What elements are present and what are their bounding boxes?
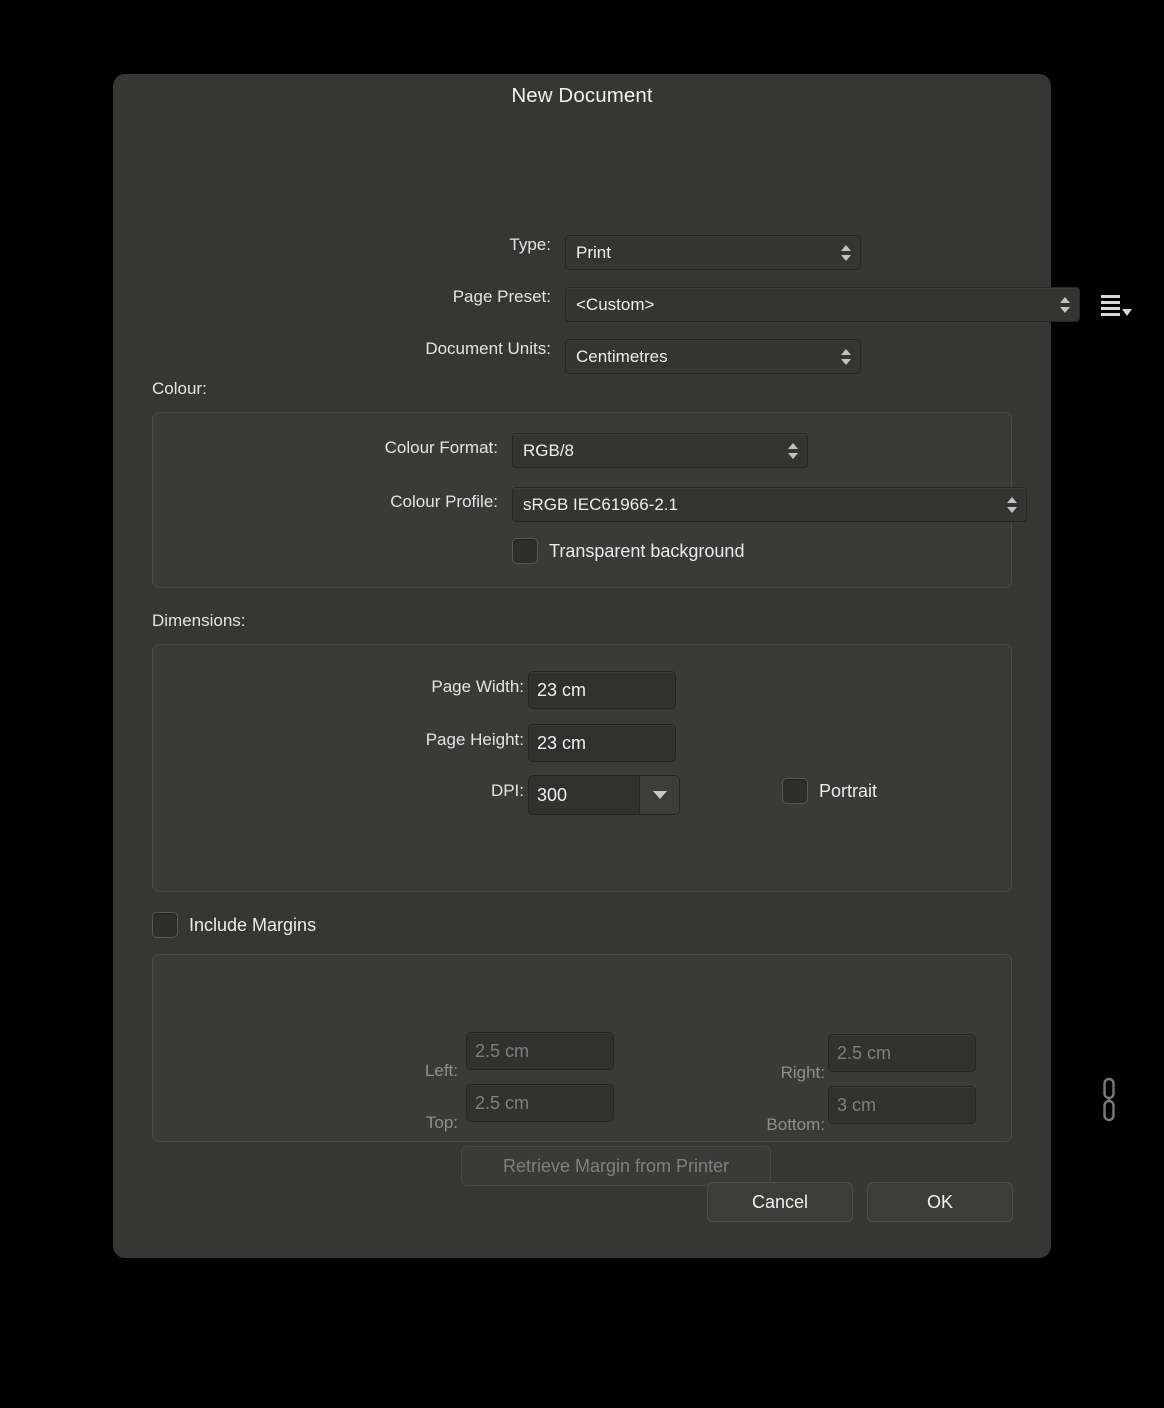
page-preset-select[interactable]: <Custom>	[565, 287, 1080, 322]
page-preset-select-value: <Custom>	[576, 294, 655, 314]
document-units-select-value: Centimetres	[576, 346, 668, 366]
page-width-label-wrap: Page Width:	[153, 677, 524, 697]
chevron-up-icon[interactable]	[1007, 496, 1017, 503]
chevron-up-icon[interactable]	[841, 244, 851, 251]
chevron-down-icon[interactable]	[841, 254, 851, 261]
page-height-value: 23 cm	[537, 732, 587, 753]
cancel-button-label: Cancel	[751, 1191, 809, 1212]
chevron-down-icon[interactable]	[841, 358, 851, 365]
margins-panel: Left: 2.5 cm Right: 2.5 cm Top: 2.5 cm B…	[152, 954, 1012, 1186]
chevron-up-icon[interactable]	[1060, 296, 1070, 303]
stepper-arrows-icon[interactable]	[841, 348, 851, 365]
margin-left-input[interactable]: 2.5 cm	[466, 1032, 614, 1070]
colour-profile-select[interactable]: sRGB IEC61966-2.1	[512, 487, 1027, 522]
chevron-down-icon[interactable]	[1060, 306, 1070, 313]
margin-bottom-input[interactable]: 3 cm	[828, 1086, 976, 1124]
transparent-background-checkbox-row[interactable]: Transparent background	[512, 538, 744, 564]
dimensions-panel: Page Width: 23 cm Page Height: 23 cm DPI…	[152, 644, 1012, 892]
transparent-background-checkbox[interactable]	[512, 538, 538, 564]
colour-profile-label: Colour Profile:	[390, 492, 498, 511]
dpi-label-wrap: DPI:	[153, 781, 524, 801]
page-height-input[interactable]: 23 cm	[528, 724, 676, 762]
dpi-combobox[interactable]: 300	[528, 775, 680, 815]
chevron-up-icon[interactable]	[788, 442, 798, 449]
margin-top-input[interactable]: 2.5 cm	[466, 1084, 614, 1122]
new-document-dialog: New Document Type: Print Page Preset: <C…	[113, 74, 1132, 1258]
cancel-button[interactable]: Cancel	[707, 1182, 853, 1222]
stepper-arrows-icon[interactable]	[1060, 296, 1070, 313]
colour-format-label: Colour Format:	[384, 438, 498, 457]
retrieve-margin-label: Retrieve Margin from Printer	[502, 1155, 730, 1176]
page-preset-label-wrap: Page Preset:	[113, 287, 551, 307]
chevron-down-icon[interactable]	[1007, 506, 1017, 513]
chain-link-icon[interactable]	[1100, 1077, 1118, 1123]
page-width-value: 23 cm	[537, 679, 587, 700]
margin-bottom-value: 3 cm	[837, 1094, 877, 1115]
page-width-input[interactable]: 23 cm	[528, 671, 676, 709]
margin-right-label: Right:	[780, 1063, 825, 1082]
margin-right-label-wrap: Right:	[735, 1063, 825, 1083]
dpi-value: 300	[537, 784, 568, 805]
chevron-up-icon[interactable]	[841, 348, 851, 355]
dialog-title: New Document	[511, 84, 653, 107]
chevron-down-icon[interactable]	[788, 452, 798, 459]
transparent-background-label: Transparent background	[549, 540, 745, 561]
margin-left-value: 2.5 cm	[475, 1040, 530, 1061]
retrieve-margin-from-printer-button[interactable]: Retrieve Margin from Printer	[461, 1146, 771, 1186]
margin-right-value: 2.5 cm	[837, 1042, 892, 1063]
type-label-wrap: Type:	[113, 235, 551, 255]
type-label: Type:	[509, 235, 551, 254]
margin-bottom-label-wrap: Bottom:	[723, 1115, 825, 1135]
colour-profile-value: sRGB IEC61966-2.1	[523, 494, 678, 514]
margin-left-label: Left:	[424, 1061, 458, 1080]
stepper-arrows-icon[interactable]	[841, 244, 851, 261]
margin-top-label-wrap: Top:	[378, 1113, 458, 1133]
dpi-label: DPI:	[490, 781, 524, 800]
dpi-dropdown-button[interactable]	[639, 776, 679, 814]
document-units-label: Document Units:	[425, 339, 551, 358]
portrait-checkbox-row[interactable]: Portrait	[782, 778, 877, 804]
margin-bottom-label: Bottom:	[766, 1115, 825, 1134]
colour-format-value: RGB/8	[523, 440, 575, 460]
document-units-select[interactable]: Centimetres	[565, 339, 861, 374]
margin-top-value: 2.5 cm	[475, 1092, 530, 1113]
colour-format-label-wrap: Colour Format:	[153, 438, 498, 458]
colour-profile-label-wrap: Colour Profile:	[153, 492, 498, 512]
colour-panel: Colour Format: RGB/8 Colour Profile: sRG…	[152, 412, 1027, 588]
page-height-label-wrap: Page Height:	[153, 730, 524, 750]
include-margins-checkbox-row[interactable]: Include Margins	[152, 912, 316, 938]
ok-button[interactable]: OK	[867, 1182, 1013, 1222]
colour-format-select[interactable]: RGB/8	[512, 433, 808, 468]
include-margins-checkbox[interactable]	[152, 912, 178, 938]
portrait-checkbox[interactable]	[782, 778, 808, 804]
list-menu-icon[interactable]	[1101, 292, 1133, 322]
margin-right-input[interactable]: 2.5 cm	[828, 1034, 976, 1072]
stepper-arrows-icon[interactable]	[788, 442, 798, 459]
page-preset-label: Page Preset:	[452, 287, 551, 306]
include-margins-label: Include Margins	[189, 914, 317, 935]
ok-button-label: OK	[926, 1191, 953, 1212]
type-select[interactable]: Print	[565, 235, 861, 270]
dimensions-group-label: Dimensions:	[152, 611, 246, 630]
page-width-label: Page Width:	[431, 677, 524, 696]
portrait-label: Portrait	[819, 780, 878, 801]
chevron-down-icon	[652, 791, 667, 799]
colour-group-label: Colour:	[152, 379, 207, 398]
type-select-value: Print	[576, 242, 611, 262]
margin-left-label-wrap: Left:	[378, 1061, 458, 1081]
margin-top-label: Top:	[425, 1113, 458, 1132]
document-units-label-wrap: Document Units:	[113, 339, 551, 359]
page-height-label: Page Height:	[425, 730, 524, 749]
stepper-arrows-icon[interactable]	[1007, 496, 1017, 513]
